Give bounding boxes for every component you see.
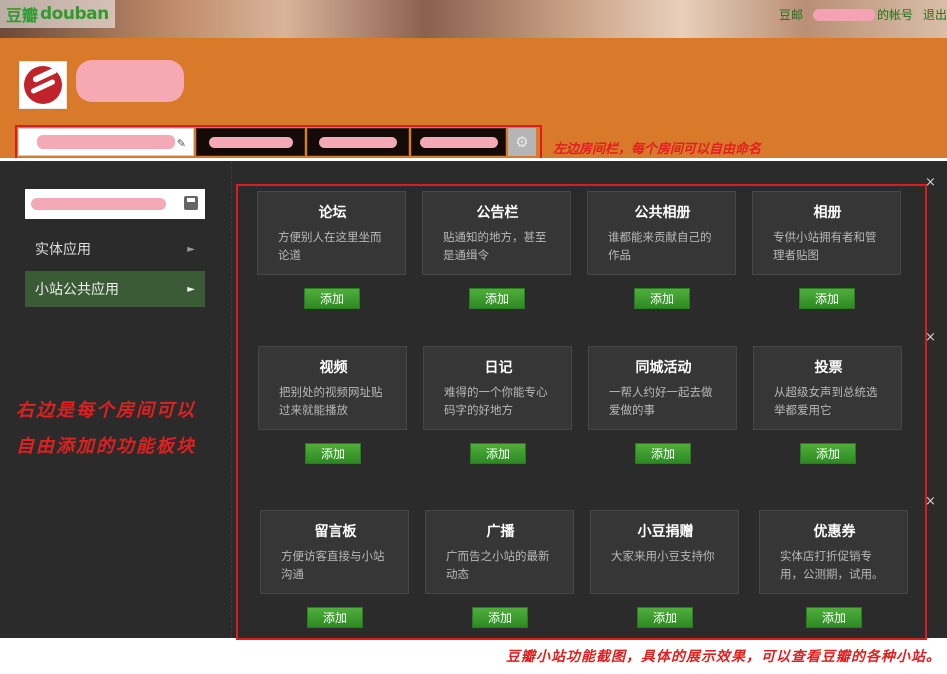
account-link[interactable]: 的帐号 — [812, 6, 913, 23]
app-desc: 一帮人约好一起去做爱做的事 — [609, 385, 713, 417]
site-name-blurred — [76, 60, 184, 102]
nav-item-entity-apps[interactable]: 实体应用 ► — [25, 231, 205, 267]
app-desc: 从超级女声到总统选举都爱用它 — [774, 385, 878, 417]
app-card-diary: 日记 难得的一个你能专心码字的好地方 — [423, 346, 572, 430]
app-card-donation: 小豆捐赠 大家来用小豆支持你 — [590, 510, 739, 594]
app-title: 同城活动 — [635, 360, 692, 376]
arrow-right-icon: ► — [187, 283, 195, 295]
app-title: 视频 — [319, 360, 348, 376]
left-annotation-line2: 自由添加的功能板块 — [16, 436, 196, 457]
add-button[interactable]: 添加 — [305, 443, 361, 464]
app-title: 公共相册 — [634, 205, 691, 221]
room-name-blurred — [31, 198, 166, 210]
close-icon[interactable]: × — [925, 494, 936, 509]
left-annotation-line1: 右边是每个房间可以 — [16, 400, 196, 421]
app-title: 投票 — [814, 360, 843, 376]
app-title: 论坛 — [318, 205, 347, 221]
add-button[interactable]: 添加 — [307, 607, 363, 628]
app-card-broadcast: 广播 广而告之小站的最新动态 — [425, 510, 574, 594]
app-desc: 方便访客直接与小站沟通 — [281, 549, 385, 581]
logo-en: douban — [40, 4, 109, 24]
account-suffix: 的帐号 — [876, 8, 913, 22]
add-button[interactable]: 添加 — [637, 607, 693, 628]
app-card-video: 视频 把别处的视频网址贴过来就能播放 — [258, 346, 407, 430]
app-desc: 谁都能来贡献自己的作品 — [608, 230, 712, 262]
app-card-notice: 公告栏 贴通知的地方，甚至是通缉令 — [422, 191, 571, 275]
add-button[interactable]: 添加 — [806, 607, 862, 628]
close-icon[interactable]: × — [925, 175, 936, 190]
app-desc: 广而告之小站的最新动态 — [446, 549, 550, 581]
nav-item-public-apps[interactable]: 小站公共应用 ► — [25, 271, 205, 307]
app-desc: 把别处的视频网址贴过来就能播放 — [279, 385, 383, 417]
app-desc: 贴通知的地方，甚至是通缉令 — [443, 230, 547, 262]
app-title: 日记 — [484, 360, 513, 376]
app-card-local-events: 同城活动 一帮人约好一起去做爱做的事 — [588, 346, 737, 430]
add-button[interactable]: 添加 — [799, 288, 855, 309]
douban-logo[interactable]: 豆瓣 douban — [0, 0, 115, 28]
app-card-coupon: 优惠券 实体店打折促销专用，公测期，试用。 — [759, 510, 908, 594]
site-logo-icon — [24, 66, 62, 104]
app-card-forum: 论坛 方便别人在这里坐而论道 — [257, 191, 406, 275]
app-desc: 方便别人在这里坐而论道 — [278, 230, 382, 262]
nav-item-label: 小站公共应用 — [35, 282, 119, 298]
add-button[interactable]: 添加 — [635, 443, 691, 464]
app-card-album: 相册 专供小站拥有者和管理者贴图 — [752, 191, 901, 275]
app-card-message-board: 留言板 方便访客直接与小站沟通 — [260, 510, 409, 594]
add-button[interactable]: 添加 — [304, 288, 360, 309]
tabs-annotation: 左边房间栏，每个房间可以自由命名 — [553, 142, 762, 157]
add-button[interactable]: 添加 — [470, 443, 526, 464]
footer-annotation: 豆瓣小站功能截图，具体的展示效果，可以查看豆瓣的各种小站。 — [506, 649, 941, 665]
top-links: 豆邮 的帐号 退出 — [779, 6, 947, 23]
add-button[interactable]: 添加 — [634, 288, 690, 309]
main-area: 实体应用 ► 小站公共应用 ► 右边是每个房间可以 自由添加的功能板块 论坛 方… — [0, 158, 947, 640]
add-button[interactable]: 添加 — [800, 443, 856, 464]
add-button[interactable]: 添加 — [472, 607, 528, 628]
app-card-public-album: 公共相册 谁都能来贡献自己的作品 — [587, 191, 736, 275]
app-title: 公告栏 — [476, 205, 519, 221]
app-desc: 难得的一个你能专心码字的好地方 — [444, 385, 548, 417]
top-bar: 豆瓣 douban 豆邮 的帐号 退出 — [0, 0, 947, 38]
logout-link[interactable]: 退出 — [923, 6, 947, 23]
arrow-right-icon: ► — [187, 243, 195, 255]
app-title: 小豆捐赠 — [637, 524, 694, 540]
app-desc: 实体店打折促销专用，公测期，试用。 — [780, 549, 884, 581]
logo-cn: 豆瓣 — [6, 6, 39, 25]
app-title: 相册 — [813, 205, 842, 221]
app-card-vote: 投票 从超级女声到总统选举都爱用它 — [753, 346, 902, 430]
add-button[interactable]: 添加 — [469, 288, 525, 309]
mail-link[interactable]: 豆邮 — [779, 6, 803, 23]
app-title: 广播 — [486, 524, 515, 540]
app-desc: 大家来用小豆支持你 — [611, 549, 715, 563]
room-name-field[interactable] — [25, 189, 205, 219]
app-desc: 专供小站拥有者和管理者贴图 — [773, 230, 877, 262]
app-title: 优惠券 — [813, 524, 856, 540]
save-icon[interactable] — [184, 196, 198, 210]
nav-item-label: 实体应用 — [35, 242, 91, 258]
account-name-blurred — [812, 8, 875, 21]
site-avatar[interactable] — [19, 61, 67, 109]
close-icon[interactable]: × — [925, 330, 936, 345]
app-title: 留言板 — [314, 524, 357, 540]
